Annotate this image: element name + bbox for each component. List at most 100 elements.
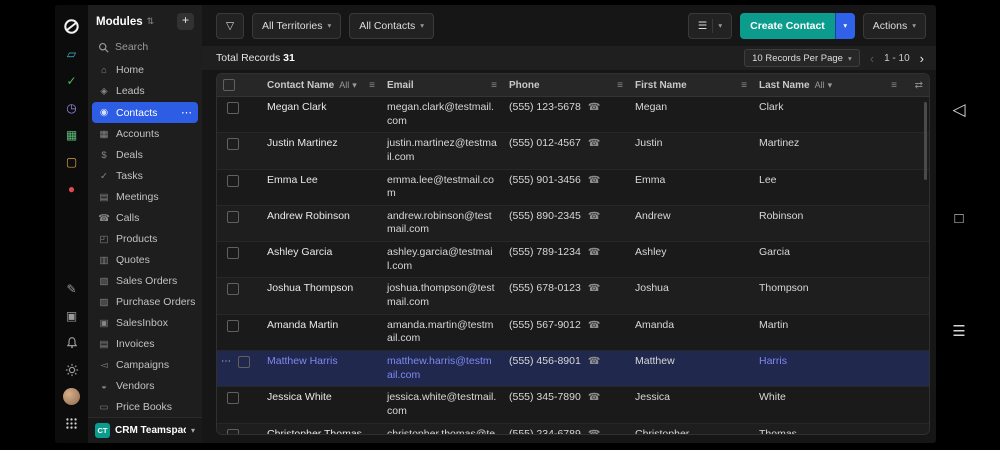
sidebar-item-salesinbox[interactable]: ▣ SalesInbox xyxy=(92,313,198,333)
create-contact-dropdown[interactable]: ▾ xyxy=(834,12,855,39)
sidebar-item-price-books[interactable]: ▭ Price Books xyxy=(92,397,198,417)
bell-icon[interactable] xyxy=(55,329,88,356)
contact-name-cell[interactable]: Amanda Martin xyxy=(261,315,381,350)
prev-page-icon[interactable]: ‹ xyxy=(870,52,874,65)
email-cell[interactable]: emma.lee@testmail.com xyxy=(381,170,503,205)
nav-menu-button[interactable]: ☰ xyxy=(936,322,982,340)
history-clock-icon[interactable]: ◷ xyxy=(55,94,88,121)
email-cell[interactable]: andrew.robinson@testmail.com xyxy=(381,206,503,241)
table-row[interactable]: Christopher Thomas christopher.thomas@te… xyxy=(217,423,929,434)
phone-call-icon[interactable]: ☎ xyxy=(588,428,600,434)
table-row[interactable]: Jessica White jessica.white@testmail.com… xyxy=(217,387,929,424)
contact-name-cell[interactable]: Matthew Harris xyxy=(261,351,381,386)
table-row-selected[interactable]: ⋯ Matthew Harris matthew.harris@testmail… xyxy=(217,350,929,388)
phone-call-icon[interactable]: ☎ xyxy=(588,174,600,187)
territories-dropdown[interactable]: All Territories ▾ xyxy=(252,12,342,39)
calendar-icon[interactable]: ▦ xyxy=(55,121,88,148)
contact-name-cell[interactable]: Jessica White xyxy=(261,387,381,422)
row-checkbox[interactable] xyxy=(227,428,239,434)
row-checkbox[interactable] xyxy=(227,283,239,296)
table-row[interactable]: Megan Clark megan.clark@testmail.com (55… xyxy=(217,97,929,134)
sidebar-item-vendors[interactable]: ◒ Vendors xyxy=(92,376,198,396)
sidebar-item-quotes[interactable]: ▥ Quotes xyxy=(92,250,198,270)
column-menu-icon[interactable]: ≡ xyxy=(741,80,747,91)
records-per-page-dropdown[interactable]: 10 Records Per Page ▾ xyxy=(744,49,860,67)
email-cell[interactable]: jessica.white@testmail.com xyxy=(381,387,503,422)
sidebar-item-invoices[interactable]: ▤ Invoices xyxy=(92,334,198,354)
row-checkbox[interactable] xyxy=(227,210,239,223)
add-module-button[interactable]: + xyxy=(177,13,194,30)
email-cell[interactable]: justin.martinez@testmail.com xyxy=(381,133,503,168)
phone-call-icon[interactable]: ☎ xyxy=(588,246,600,259)
column-filter-dropdown[interactable]: All ▾ xyxy=(339,80,357,91)
row-checkbox[interactable] xyxy=(227,138,239,151)
contact-name-cell[interactable]: Emma Lee xyxy=(261,170,381,205)
folder-icon[interactable]: ▱ xyxy=(55,40,88,67)
compose-edit-icon[interactable]: ✎ xyxy=(55,275,88,302)
nav-back-button[interactable]: ◁ xyxy=(936,100,982,120)
table-row[interactable]: Justin Martinez justin.martinez@testmail… xyxy=(217,133,929,170)
contact-name-cell[interactable]: Joshua Thompson xyxy=(261,278,381,313)
sidebar-item-campaigns[interactable]: ◅ Campaigns xyxy=(92,355,198,375)
sidebar-item-deals[interactable]: $ Deals xyxy=(92,145,198,165)
row-checkbox[interactable] xyxy=(227,392,239,405)
sidebar-search[interactable]: Search xyxy=(88,36,202,58)
sidebar-item-home[interactable]: ⌂ Home xyxy=(92,60,198,80)
manage-columns-icon[interactable]: ⇄ xyxy=(915,80,923,91)
phone-call-icon[interactable]: ☎ xyxy=(588,282,600,295)
filter-button[interactable]: ▽ xyxy=(216,12,244,39)
row-checkbox[interactable] xyxy=(227,174,239,187)
phone-call-icon[interactable]: ☎ xyxy=(588,355,600,368)
record-icon[interactable]: ● xyxy=(55,175,88,202)
email-cell[interactable]: ashley.garcia@testmail.com xyxy=(381,242,503,277)
row-checkbox[interactable] xyxy=(227,247,239,260)
table-scrollbar[interactable] xyxy=(924,102,927,180)
tasks-check-icon[interactable]: ✓ xyxy=(55,67,88,94)
phone-call-icon[interactable]: ☎ xyxy=(588,319,600,332)
row-checkbox[interactable] xyxy=(238,355,250,368)
view-style-dropdown[interactable]: ☰ ▾ xyxy=(687,12,733,39)
row-more-icon[interactable]: ⋯ xyxy=(221,355,232,368)
sidebar-item-purchase-orders[interactable]: ▨ Purchase Orders xyxy=(92,292,198,312)
contact-name-cell[interactable]: Andrew Robinson xyxy=(261,206,381,241)
email-cell[interactable]: amanda.martin@testmail.com xyxy=(381,315,503,350)
contact-name-cell[interactable]: Megan Clark xyxy=(261,97,381,132)
email-cell[interactable]: christopher.thomas@testmail.com xyxy=(381,424,503,434)
gallery-icon[interactable]: ▣ xyxy=(55,302,88,329)
email-cell[interactable]: matthew.harris@testmail.com xyxy=(381,351,503,386)
phone-call-icon[interactable]: ☎ xyxy=(588,137,600,150)
next-page-icon[interactable]: › xyxy=(920,52,924,65)
sidebar-item-calls[interactable]: ☎ Calls xyxy=(92,208,198,228)
actions-dropdown[interactable]: Actions ▾ xyxy=(862,12,926,39)
column-menu-icon[interactable]: ≡ xyxy=(491,80,497,91)
user-avatar[interactable] xyxy=(55,383,88,410)
sidebar-item-meetings[interactable]: ▤ Meetings xyxy=(92,187,198,207)
sort-modules-icon[interactable]: ⇅ xyxy=(147,16,155,27)
column-menu-icon[interactable]: ≡ xyxy=(617,80,623,91)
table-row[interactable]: Ashley Garcia ashley.garcia@testmail.com… xyxy=(217,242,929,279)
email-cell[interactable]: joshua.thompson@testmail.com xyxy=(381,278,503,313)
column-menu-icon[interactable]: ≡ xyxy=(891,80,897,91)
table-row[interactable]: Joshua Thompson joshua.thompson@testmail… xyxy=(217,278,929,315)
create-contact-button[interactable]: Create Contact xyxy=(740,12,835,39)
phone-call-icon[interactable]: ☎ xyxy=(588,391,600,404)
row-checkbox[interactable] xyxy=(227,319,239,332)
sidebar-item-contacts[interactable]: ◉ Contacts ⋯ xyxy=(92,102,198,123)
products-box-icon[interactable]: ▢ xyxy=(55,148,88,175)
nav-recents-button[interactable]: □ xyxy=(936,210,982,227)
column-menu-icon[interactable]: ≡ xyxy=(369,80,375,91)
teamspace-switcher[interactable]: CT CRM Teamspace ▾ xyxy=(88,417,202,443)
sidebar-item-leads[interactable]: ◈ Leads xyxy=(92,81,198,101)
contacts-more-icon[interactable]: ⋯ xyxy=(181,106,192,119)
table-row[interactable]: Emma Lee emma.lee@testmail.com (555) 901… xyxy=(217,169,929,206)
table-row[interactable]: Amanda Martin amanda.martin@testmail.com… xyxy=(217,314,929,351)
sidebar-item-accounts[interactable]: ▦ Accounts xyxy=(92,124,198,144)
phone-call-icon[interactable]: ☎ xyxy=(588,210,600,223)
sidebar-item-products[interactable]: ◰ Products xyxy=(92,229,198,249)
column-filter-dropdown[interactable]: All ▾ xyxy=(815,80,833,91)
sidebar-item-tasks[interactable]: ✓ Tasks xyxy=(92,166,198,186)
contact-name-cell[interactable]: Ashley Garcia xyxy=(261,242,381,277)
list-view-dropdown[interactable]: All Contacts ▾ xyxy=(349,12,435,39)
table-row[interactable]: Andrew Robinson andrew.robinson@testmail… xyxy=(217,205,929,243)
app-grid-icon[interactable] xyxy=(55,410,88,437)
